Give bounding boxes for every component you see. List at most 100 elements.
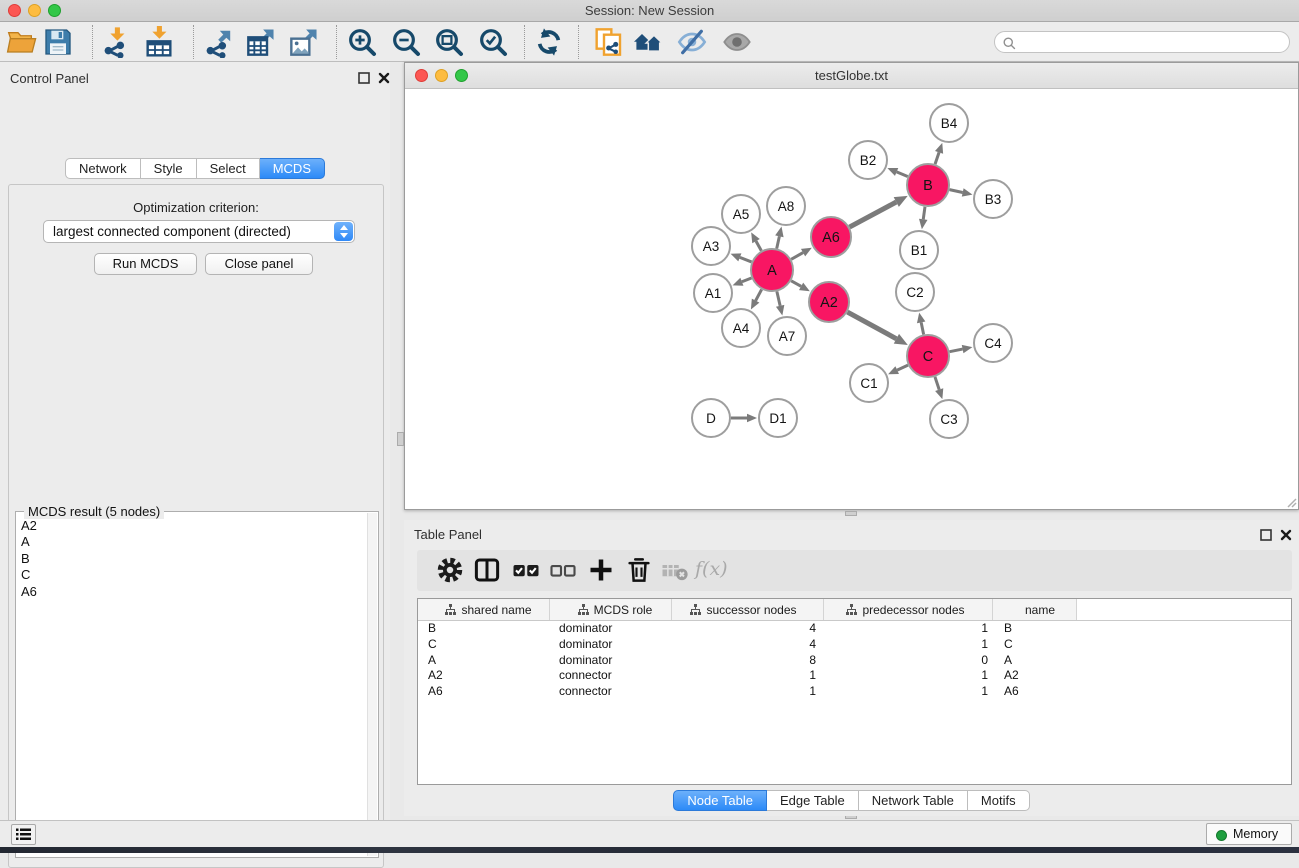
search-input[interactable]: [1019, 33, 1279, 51]
tab-style[interactable]: Style: [141, 158, 197, 179]
table-cell[interactable]: connector: [550, 684, 672, 700]
show-all-icon[interactable]: [721, 26, 753, 58]
task-history-button[interactable]: [11, 824, 36, 845]
graph-edge[interactable]: [850, 202, 897, 227]
graph-edge[interactable]: [791, 281, 801, 287]
close-panel-button[interactable]: Close panel: [205, 253, 313, 275]
table-cell[interactable]: 1: [824, 637, 993, 653]
graph-edge[interactable]: [923, 207, 925, 220]
table-cell[interactable]: 1: [824, 668, 993, 684]
table-row[interactable]: A2connector11A2: [418, 668, 1291, 684]
graph-edge[interactable]: [950, 190, 963, 193]
graph-edge[interactable]: [897, 172, 908, 177]
table-options-gear-icon[interactable]: [435, 555, 465, 585]
graph-edge[interactable]: [756, 289, 762, 300]
column-header-mcds-role[interactable]: MCDS role: [550, 599, 672, 620]
close-table-panel-icon[interactable]: [1279, 528, 1293, 542]
horizontal-splitter-handle[interactable]: [845, 511, 857, 516]
deselect-all-rows-icon[interactable]: [548, 555, 578, 585]
first-neighbors-icon[interactable]: [632, 26, 664, 58]
table-cell[interactable]: connector: [550, 668, 672, 684]
tab-mcds[interactable]: MCDS: [260, 158, 325, 179]
graph-edge[interactable]: [742, 278, 752, 282]
graph-edge[interactable]: [791, 253, 803, 260]
delete-table-icon[interactable]: [660, 555, 690, 585]
table-cell[interactable]: 8: [672, 653, 824, 669]
tab-motifs[interactable]: Motifs: [968, 790, 1030, 811]
network-zoom-button[interactable]: [455, 69, 468, 82]
delete-column-icon[interactable]: [624, 555, 654, 585]
table-cell[interactable]: A: [418, 653, 550, 669]
zoom-selected-icon[interactable]: [477, 26, 509, 58]
tab-node-table[interactable]: Node Table: [673, 790, 767, 811]
close-panel-icon[interactable]: [377, 71, 391, 85]
column-visibility-icon[interactable]: [472, 555, 502, 585]
table-row[interactable]: Bdominator41B: [418, 621, 1291, 637]
column-header-predecessor-nodes[interactable]: predecessor nodes: [824, 599, 993, 620]
mcds-result-list[interactable]: A2ABCA6: [21, 518, 37, 600]
zoom-in-icon[interactable]: [346, 26, 378, 58]
graph-edge[interactable]: [935, 377, 939, 390]
tab-edge-table[interactable]: Edge Table: [767, 790, 859, 811]
graph-edge[interactable]: [847, 312, 896, 339]
search-box[interactable]: [994, 31, 1290, 53]
resize-grip-icon[interactable]: [1285, 496, 1297, 508]
tab-network[interactable]: Network: [65, 158, 141, 179]
table-cell[interactable]: A2: [993, 668, 1077, 684]
memory-button[interactable]: Memory: [1206, 823, 1292, 845]
column-header-name[interactable]: name: [993, 599, 1077, 620]
minimize-window-button[interactable]: [28, 4, 41, 17]
mcds-result-scrollbar[interactable]: [367, 513, 377, 856]
table-cell[interactable]: B: [418, 621, 550, 637]
table-cell[interactable]: 1: [824, 621, 993, 637]
mcds-result-item[interactable]: A2: [21, 518, 37, 534]
mcds-result-item[interactable]: A: [21, 534, 37, 550]
network-graph[interactable]: AA6A2BCA1A3A4A5A7A8B1B2B3B4C1C2C3C4DD1: [405, 89, 1298, 510]
table-row[interactable]: Cdominator41C: [418, 637, 1291, 653]
select-all-rows-icon[interactable]: [511, 555, 541, 585]
table-cell[interactable]: 1: [672, 668, 824, 684]
zoom-out-icon[interactable]: [390, 26, 422, 58]
network-minimize-button[interactable]: [435, 69, 448, 82]
mcds-result-item[interactable]: B: [21, 551, 37, 567]
table-cell[interactable]: 4: [672, 621, 824, 637]
new-network-from-selection-icon[interactable]: [592, 26, 624, 58]
save-session-icon[interactable]: [42, 26, 74, 58]
table-cell[interactable]: 0: [824, 653, 993, 669]
graph-edge[interactable]: [935, 152, 939, 164]
export-network-icon[interactable]: [203, 26, 235, 58]
table-cell[interactable]: A6: [993, 684, 1077, 700]
table-cell[interactable]: 1: [824, 684, 993, 700]
run-mcds-button[interactable]: Run MCDS: [94, 253, 197, 275]
import-table-icon[interactable]: [143, 26, 175, 58]
mcds-result-item[interactable]: A6: [21, 584, 37, 600]
refresh-layout-icon[interactable]: [533, 26, 565, 58]
graph-edge[interactable]: [950, 349, 963, 352]
table-cell[interactable]: C: [418, 637, 550, 653]
table-cell[interactable]: dominator: [550, 621, 672, 637]
graph-edge[interactable]: [756, 241, 761, 251]
export-table-icon[interactable]: [245, 26, 277, 58]
vertical-splitter-handle[interactable]: [397, 432, 404, 446]
hide-selected-icon[interactable]: [676, 26, 708, 58]
table-cell[interactable]: A: [993, 653, 1077, 669]
network-window-titlebar[interactable]: testGlobe.txt: [405, 63, 1298, 89]
import-network-icon[interactable]: [101, 26, 133, 58]
table-cell[interactable]: B: [993, 621, 1077, 637]
function-builder-icon[interactable]: f(x): [695, 558, 728, 580]
graph-edge[interactable]: [897, 365, 908, 370]
table-row[interactable]: Adominator80A: [418, 653, 1291, 669]
table-cell[interactable]: 4: [672, 637, 824, 653]
graph-edge[interactable]: [740, 257, 752, 262]
column-header-successor-nodes[interactable]: successor nodes: [672, 599, 824, 620]
table-cell[interactable]: A6: [418, 684, 550, 700]
open-session-icon[interactable]: [6, 26, 38, 58]
column-header-shared-name[interactable]: shared name: [418, 599, 550, 620]
table-cell[interactable]: dominator: [550, 653, 672, 669]
tab-select[interactable]: Select: [197, 158, 260, 179]
mcds-result-item[interactable]: C: [21, 567, 37, 583]
add-column-icon[interactable]: [586, 555, 616, 585]
table-cell[interactable]: dominator: [550, 637, 672, 653]
graph-edge[interactable]: [777, 236, 780, 248]
float-table-panel-icon[interactable]: [1259, 528, 1273, 542]
